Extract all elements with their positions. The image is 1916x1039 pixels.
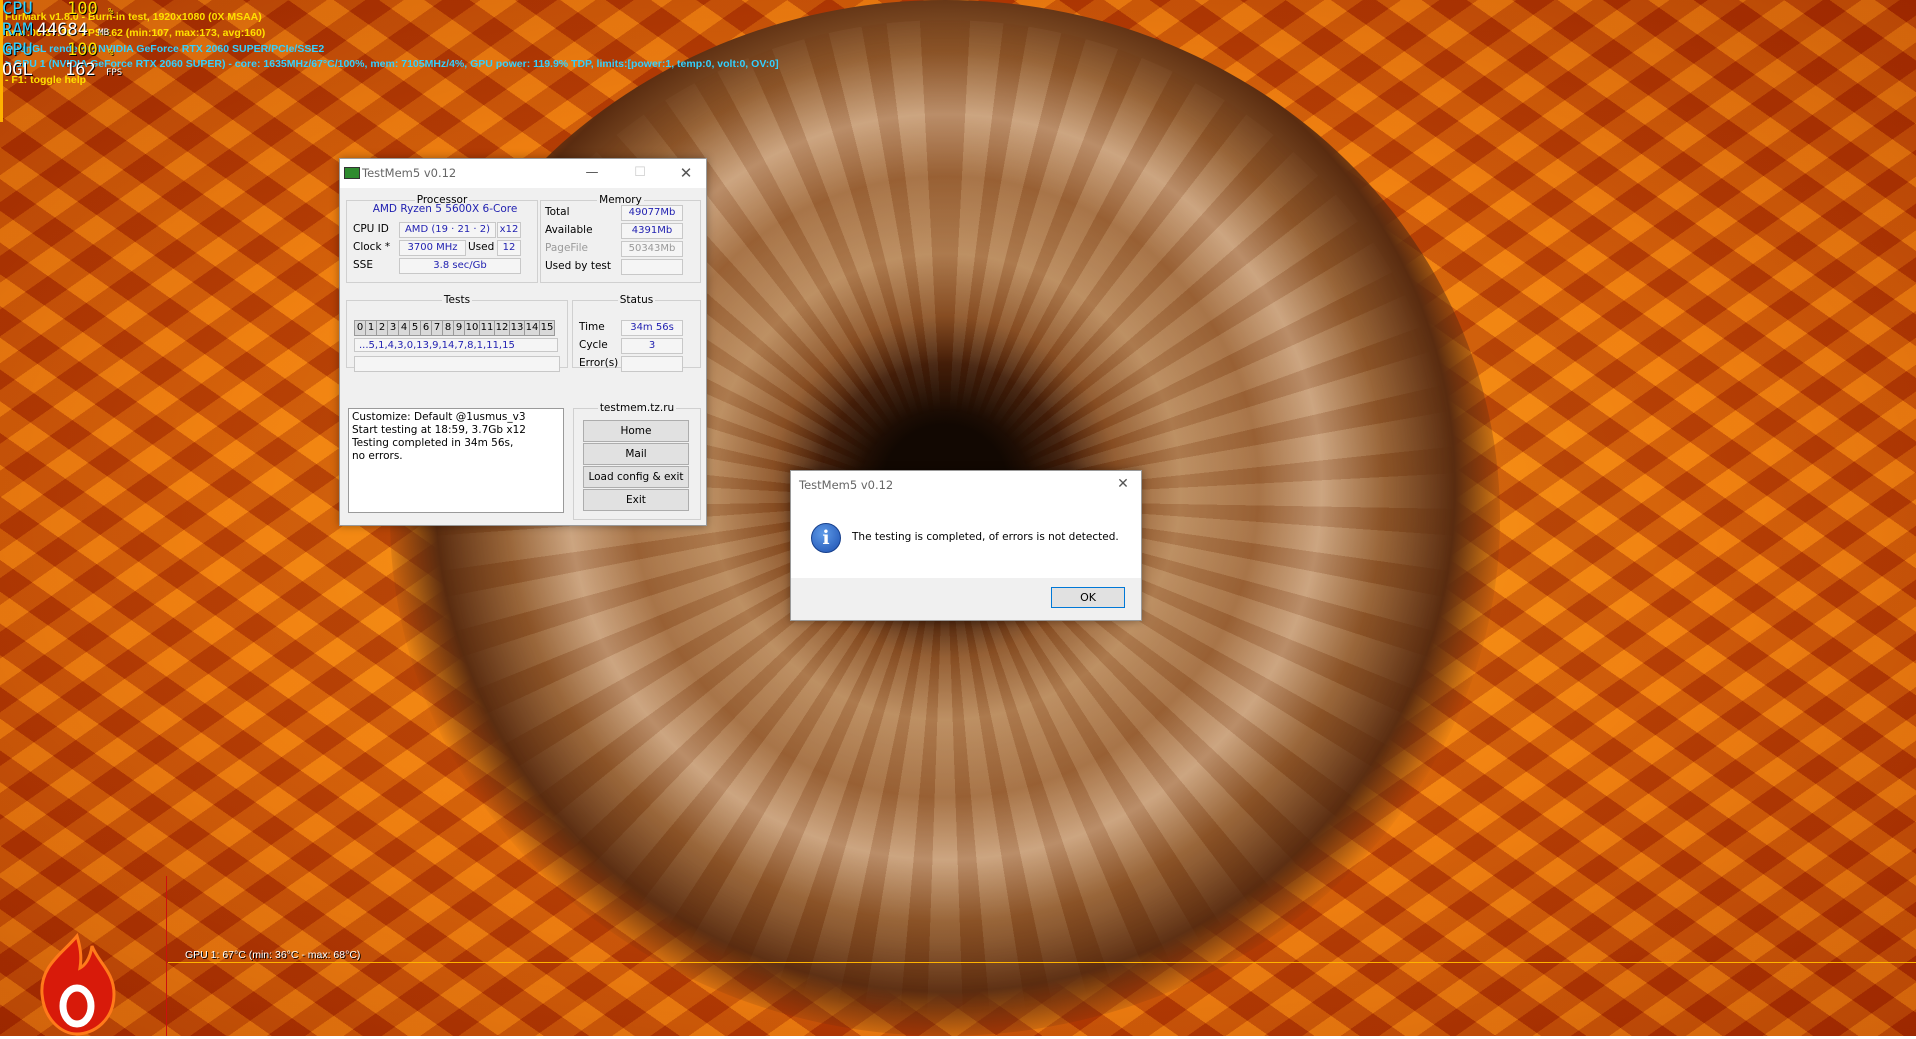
log-line: Start testing at 18:59, 3.7Gb x12 xyxy=(352,424,526,436)
test-cell: 13 xyxy=(509,320,525,336)
dialog-title: TestMem5 v0.12 xyxy=(799,478,894,492)
total-value: 49077Mb xyxy=(621,205,683,221)
total-label: Total xyxy=(545,206,570,218)
home-button[interactable]: Home xyxy=(583,420,689,442)
cycle-value: 3 xyxy=(621,338,683,354)
cpu-id-label: CPU ID xyxy=(353,223,389,235)
minimize-button[interactable]: — xyxy=(580,163,604,183)
gpu-temp-graph-label: GPU 1: 67°C (min: 36°C - max: 68°C) xyxy=(185,949,361,961)
osd-ram-readout: RAM 44684 MB xyxy=(2,20,109,40)
gpu-temp-graph-line xyxy=(168,962,1916,963)
errors-value xyxy=(621,356,683,372)
processor-name: AMD Ryzen 5 5600X 6-Core xyxy=(372,203,518,215)
test-cell: 12 xyxy=(494,320,510,336)
dialog-close-button[interactable]: ✕ xyxy=(1111,474,1135,494)
errors-label: Error(s) xyxy=(579,357,619,369)
used-value: 12 xyxy=(497,240,521,256)
memory-chip-icon xyxy=(344,167,360,179)
osd-fps-readout: OGL 162 FPS xyxy=(2,60,123,80)
log-line: no errors. xyxy=(352,450,403,462)
cpu-id-value: AMD (19 · 21 · 2) xyxy=(399,222,496,238)
graph-axis xyxy=(166,876,167,1036)
test-cell: 11 xyxy=(479,320,495,336)
dialog-titlebar[interactable]: TestMem5 v0.12 ✕ xyxy=(791,471,1141,497)
links-buttons: Home Mail Load config & exit Exit xyxy=(583,420,689,516)
close-button[interactable]: ✕ xyxy=(674,163,698,183)
furmark-flame-logo xyxy=(32,932,122,1036)
maximize-button[interactable]: ☐ xyxy=(628,163,652,183)
time-label: Time xyxy=(579,321,605,333)
clock-label: Clock * xyxy=(353,241,391,253)
log-textarea[interactable]: Customize: Default @1usmus_v3 Start test… xyxy=(348,408,564,513)
test-cell: 14 xyxy=(524,320,540,336)
tests-cells: 0 1 2 3 4 5 6 7 8 9 10 11 12 13 14 15 xyxy=(354,320,555,336)
ok-button[interactable]: OK xyxy=(1051,587,1125,608)
completion-dialog: TestMem5 v0.12 ✕ i The testing is comple… xyxy=(790,470,1142,621)
log-line: Customize: Default @1usmus_v3 xyxy=(352,411,526,423)
time-value: 34m 56s xyxy=(621,320,683,336)
test-cell: 10 xyxy=(464,320,480,336)
links-legend: testmem.tz.ru xyxy=(599,402,675,414)
exit-button[interactable]: Exit xyxy=(583,489,689,511)
dialog-message: The testing is completed, of errors is n… xyxy=(852,531,1119,543)
usedbytest-value xyxy=(621,259,683,275)
used-label: Used xyxy=(468,241,495,253)
tests-progress xyxy=(354,356,560,372)
mail-button[interactable]: Mail xyxy=(583,443,689,465)
tests-sequence: ...5,1,4,3,0,13,9,14,7,8,1,11,15 xyxy=(354,338,558,352)
testmem-title: TestMem5 v0.12 xyxy=(362,166,457,180)
cycle-label: Cycle xyxy=(579,339,608,351)
tests-legend: Tests xyxy=(443,294,471,306)
info-icon: i xyxy=(811,523,841,553)
threads-value: x12 xyxy=(497,222,521,238)
test-cell: 15 xyxy=(539,320,555,336)
sse-label: SSE xyxy=(353,259,373,271)
osd-cpu-readout: CPU 100 % xyxy=(2,0,114,19)
clock-value: 3700 MHz xyxy=(399,240,466,256)
usedbytest-label: Used by test xyxy=(545,260,611,272)
available-value: 4391Mb xyxy=(621,223,683,239)
testmem-window: TestMem5 v0.12 — ☐ ✕ Processor AMD Ryzen… xyxy=(339,158,707,526)
available-label: Available xyxy=(545,224,593,236)
status-legend: Status xyxy=(619,294,654,306)
pagefile-label: PageFile xyxy=(545,242,588,254)
testmem-titlebar[interactable]: TestMem5 v0.12 — ☐ ✕ xyxy=(340,159,706,188)
log-line: Testing completed in 34m 56s, xyxy=(352,437,514,449)
osd-gpu-readout: GPU 100 % xyxy=(2,40,114,60)
load-config-exit-button[interactable]: Load config & exit xyxy=(583,466,689,488)
pagefile-value: 50343Mb xyxy=(621,241,683,257)
sse-value: 3.8 sec/Gb xyxy=(399,258,521,274)
